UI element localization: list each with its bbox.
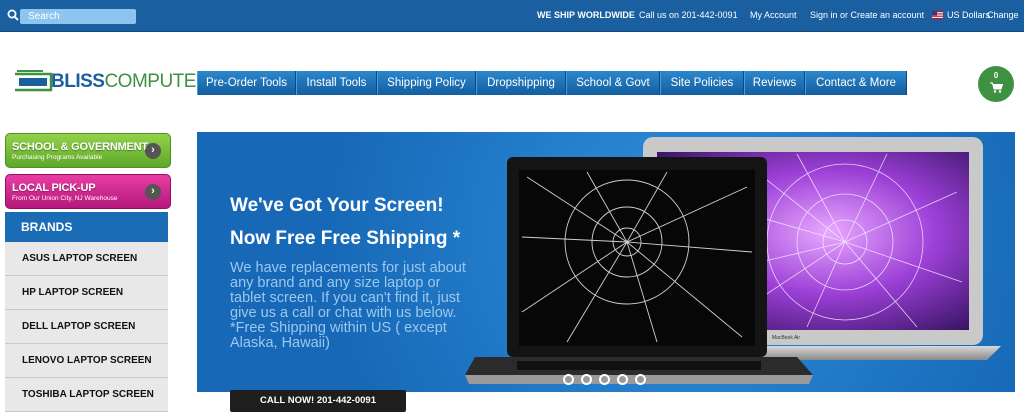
carousel-dot-1[interactable] [563,374,574,385]
brand-item-asus[interactable]: ASUS LAPTOP SCREEN [5,242,168,276]
us-flag-icon [932,11,943,19]
top-bar: WE SHIP WORLDWIDE Call us on 201-442-009… [0,0,1024,32]
chevron-right-icon: › [145,184,161,200]
logo-bliss: BLISS [51,71,105,92]
call-now-button[interactable]: CALL NOW! 201-442-0091 [230,390,406,412]
nav-item-shipping-policy[interactable]: Shipping Policy [377,71,476,95]
hero-banner[interactable]: We've Got Your Screen! Now Free Free Shi… [197,132,1015,392]
change-currency-link[interactable]: Change [987,10,1019,20]
nav-item-dropshipping[interactable]: Dropshipping [476,71,566,95]
brand-item-hp[interactable]: HP LAPTOP SCREEN [5,276,168,310]
nav-item-pre-order-tools[interactable]: Pre-Order Tools [197,71,296,95]
promo-title: SCHOOL & GOVERNMENT [12,141,148,153]
carousel-dot-4[interactable] [617,374,628,385]
carousel-dot-3[interactable] [599,374,610,385]
cart-button[interactable]: 0 [978,66,1014,102]
banner-headline: We've Got Your Screen! [230,195,444,216]
brands-header: BRANDS [5,212,168,242]
nav-item-reviews[interactable]: Reviews [744,71,805,95]
chevron-right-icon: › [145,143,161,159]
promo-subtitle: Purchasing Programs Available [12,154,103,161]
main-nav: Pre-Order Tools Install Tools Shipping P… [197,71,907,95]
nav-item-install-tools[interactable]: Install Tools [296,71,377,95]
brand-list: ASUS LAPTOP SCREEN HP LAPTOP SCREEN DELL… [5,242,168,412]
carousel-dot-5[interactable] [635,374,646,385]
carousel-dots [563,374,646,385]
brand-item-lenovo[interactable]: LENOVO LAPTOP SCREEN [5,344,168,378]
banner-subheadline: Now Free Free Shipping * [230,228,461,249]
site-logo[interactable]: BLISSCOMPUTERS [13,68,222,96]
school-government-promo[interactable]: SCHOOL & GOVERNMENT Purchasing Programs … [5,133,171,168]
carousel-dot-2[interactable] [581,374,592,385]
nav-item-contact-more[interactable]: Contact & More [805,71,907,95]
laptop-label: MacBook Air [772,335,800,341]
brand-item-dell[interactable]: DELL LAPTOP SCREEN [5,310,168,344]
broken-laptops-image: MacBook Air [465,137,1001,384]
ship-worldwide-text: WE SHIP WORLDWIDE [537,10,635,20]
logo-mark-icon [15,70,53,92]
cart-icon [990,82,1003,93]
local-pickup-promo[interactable]: LOCAL PICK-UP From Our Union City, NJ Wa… [5,174,171,209]
banner-body-text: We have replacements for just about any … [230,260,466,351]
nav-item-school-govt[interactable]: School & Govt [566,71,660,95]
sign-in-link[interactable]: Sign in or Create an account [810,10,924,20]
currency-selector[interactable]: US Dollars [947,10,990,20]
promo-title: LOCAL PICK-UP [12,182,96,194]
logo-text: BLISSCOMPUTERS [51,68,222,96]
cart-count: 0 [993,71,999,80]
my-account-link[interactable]: My Account [750,10,797,20]
search-icon[interactable] [7,9,19,21]
call-us-text: Call us on 201-442-0091 [639,10,738,20]
nav-item-site-policies[interactable]: Site Policies [660,71,744,95]
promo-subtitle: From Our Union City, NJ Warehouse [12,195,118,202]
brand-item-toshiba[interactable]: TOSHIBA LAPTOP SCREEN [5,378,168,412]
search-input[interactable] [20,9,136,24]
